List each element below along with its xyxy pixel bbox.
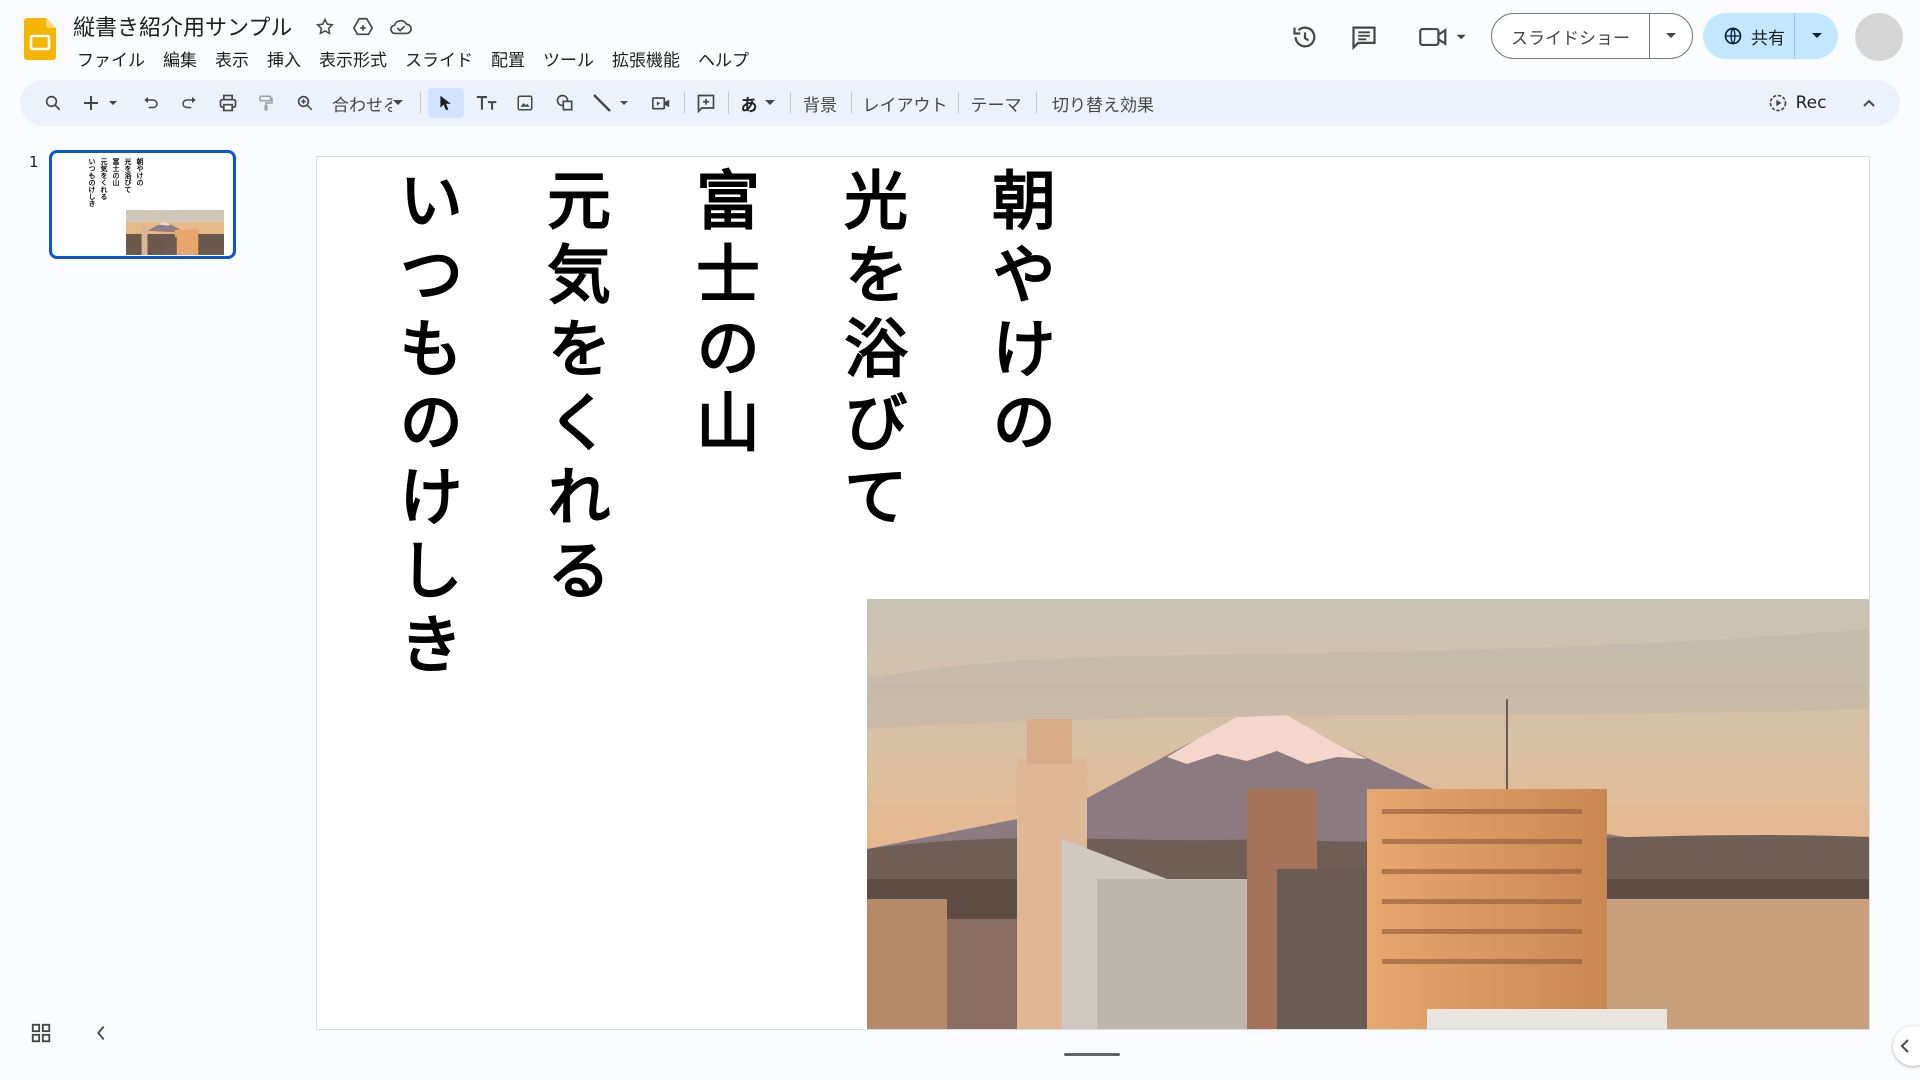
menu-slide[interactable]: スライド <box>396 44 482 73</box>
chevron-down-icon[interactable] <box>1650 32 1692 40</box>
menu-insert[interactable]: 挿入 <box>258 44 310 73</box>
add-comment-icon[interactable] <box>690 88 722 118</box>
comment-icon[interactable] <box>1347 20 1381 54</box>
thumb-line-3: 富士の山 <box>112 158 121 186</box>
verse-line-3[interactable]: 富士の山 <box>685 167 760 463</box>
share-main[interactable]: 共有 <box>1703 13 1795 59</box>
transition-button[interactable]: 切り替え効果 <box>1044 88 1162 118</box>
share-label: 共有 <box>1751 28 1785 49</box>
thumb-line-5: いつものけしき <box>88 158 97 207</box>
transition-label: 切り替え効果 <box>1052 95 1154 116</box>
thumbnail-photo <box>126 210 224 255</box>
zoom-icon[interactable] <box>292 88 318 118</box>
slide-canvas: 朝やけの 光を浴びて 富士の山 元気をくれる いつものけしき <box>316 156 1870 1030</box>
verse-line-2[interactable]: 光を浴びて <box>833 167 908 537</box>
cloud-saved-icon[interactable] <box>388 14 414 40</box>
verse-line-5[interactable]: いつものけしき <box>388 167 463 685</box>
theme-button[interactable]: テーマ <box>966 88 1026 118</box>
input-tools-button[interactable]: あ <box>734 88 782 118</box>
slide-number: 1 <box>29 153 39 171</box>
insert-image-icon[interactable] <box>510 88 540 118</box>
grid-view-icon[interactable] <box>30 1022 52 1048</box>
layout-label: レイアウト <box>862 95 948 116</box>
slides-logo-icon[interactable] <box>24 18 56 60</box>
document-title[interactable]: 縦書き紹介用サンプル <box>73 10 292 42</box>
history-icon[interactable] <box>1288 20 1322 54</box>
slide-thumbnail-preview: 朝やけの 光を浴びて 富士の山 元気をくれる いつものけしき <box>60 158 225 255</box>
input-tools-label: あ <box>740 95 758 116</box>
undo-icon[interactable] <box>138 88 164 118</box>
slideshow-label[interactable]: スライドショー <box>1492 14 1650 58</box>
menu-view[interactable]: 表示 <box>206 44 258 73</box>
paint-format-icon[interactable] <box>253 88 279 118</box>
background-button[interactable]: 背景 <box>798 88 842 118</box>
text-box-icon[interactable] <box>472 88 502 118</box>
menu-file[interactable]: ファイル <box>68 44 154 73</box>
select-tool-icon[interactable] <box>428 88 464 118</box>
line-icon[interactable] <box>588 88 638 118</box>
rec-label: Rec <box>1795 93 1827 113</box>
record-icon <box>1769 94 1786 112</box>
scroll-handle[interactable] <box>1064 1053 1120 1056</box>
share-button[interactable]: 共有 <box>1703 13 1838 59</box>
layout-button[interactable]: レイアウト <box>859 88 951 118</box>
avatar[interactable] <box>1855 13 1903 61</box>
insert-video-icon[interactable] <box>646 88 676 118</box>
menu-help[interactable]: ヘルプ <box>689 44 758 73</box>
collapse-filmstrip-icon[interactable] <box>92 1022 110 1048</box>
slide[interactable]: 朝やけの 光を浴びて 富士の山 元気をくれる いつものけしき <box>316 156 1870 1030</box>
side-panel-toggle-icon[interactable] <box>1893 1026 1920 1066</box>
move-to-drive-icon[interactable] <box>350 14 376 40</box>
collapse-toolbar-icon[interactable] <box>1856 88 1882 118</box>
star-icon[interactable] <box>312 14 338 40</box>
search-menus-icon[interactable] <box>38 88 68 118</box>
verse-line-1[interactable]: 朝やけの <box>981 167 1056 463</box>
zoom-label: 合わせる <box>332 95 392 116</box>
slide-thumbnail[interactable]: 朝やけの 光を浴びて 富士の山 元気をくれる いつものけしき <box>49 150 236 259</box>
thumb-line-4: 元気をくれる <box>100 158 109 200</box>
globe-icon <box>1724 27 1742 45</box>
theme-label: テーマ <box>970 95 1022 116</box>
menu-edit[interactable]: 編集 <box>154 44 206 73</box>
share-chevron-icon[interactable] <box>1795 32 1838 40</box>
menu-extensions[interactable]: 拡張機能 <box>603 44 689 73</box>
input-tools-chevron-icon <box>764 100 775 105</box>
menu-format[interactable]: 表示形式 <box>310 44 396 73</box>
zoom-select[interactable]: 合わせる <box>326 88 410 118</box>
app-header: 縦書き紹介用サンプル ファイル 編集 表示 挿入 表示形式 スライド 配置 ツー… <box>0 0 1920 76</box>
shape-icon[interactable] <box>550 88 580 118</box>
menu-tools[interactable]: ツール <box>534 44 603 73</box>
new-slide-icon[interactable] <box>80 88 124 118</box>
slideshow-button[interactable]: スライドショー <box>1491 13 1693 59</box>
rec-button[interactable]: Rec <box>1762 88 1832 118</box>
thumb-line-1: 朝やけの <box>136 158 145 186</box>
menu-arrange[interactable]: 配置 <box>482 44 534 73</box>
meet-icon[interactable] <box>1413 20 1473 54</box>
print-icon[interactable] <box>215 88 241 118</box>
zoom-chevron-icon <box>393 100 403 105</box>
redo-icon[interactable] <box>176 88 202 118</box>
background-label: 背景 <box>803 95 837 116</box>
verse-line-4[interactable]: 元気をくれる <box>536 167 611 611</box>
mount-fuji-photo[interactable] <box>867 599 1869 1029</box>
thumb-line-2: 光を浴びて <box>124 158 133 193</box>
menubar: ファイル 編集 表示 挿入 表示形式 スライド 配置 ツール 拡張機能 ヘルプ <box>68 44 758 73</box>
toolbar: 合わせる あ 背景 レイアウト テーマ 切り替え効果 Rec <box>20 80 1900 126</box>
